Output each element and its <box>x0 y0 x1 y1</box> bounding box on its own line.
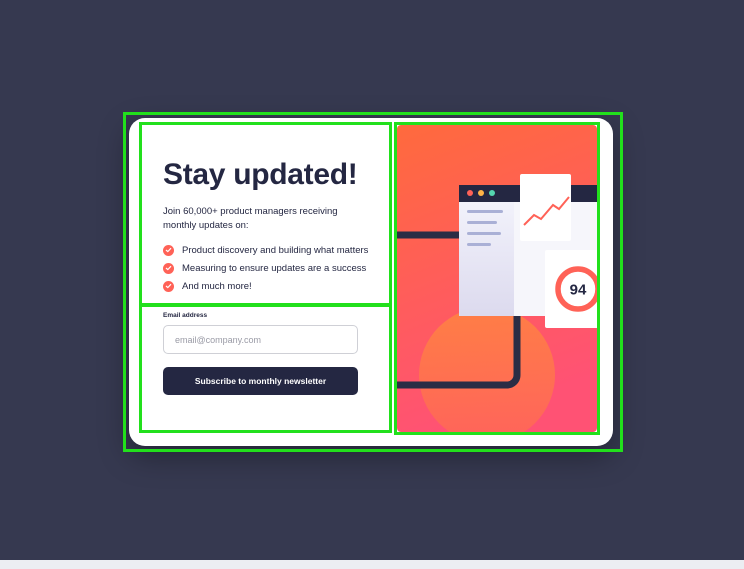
page-bottom-strip <box>0 560 744 569</box>
annotation-outline-illustration <box>394 122 600 435</box>
annotation-outline-form <box>139 304 392 433</box>
annotation-outline-intro <box>139 122 392 306</box>
